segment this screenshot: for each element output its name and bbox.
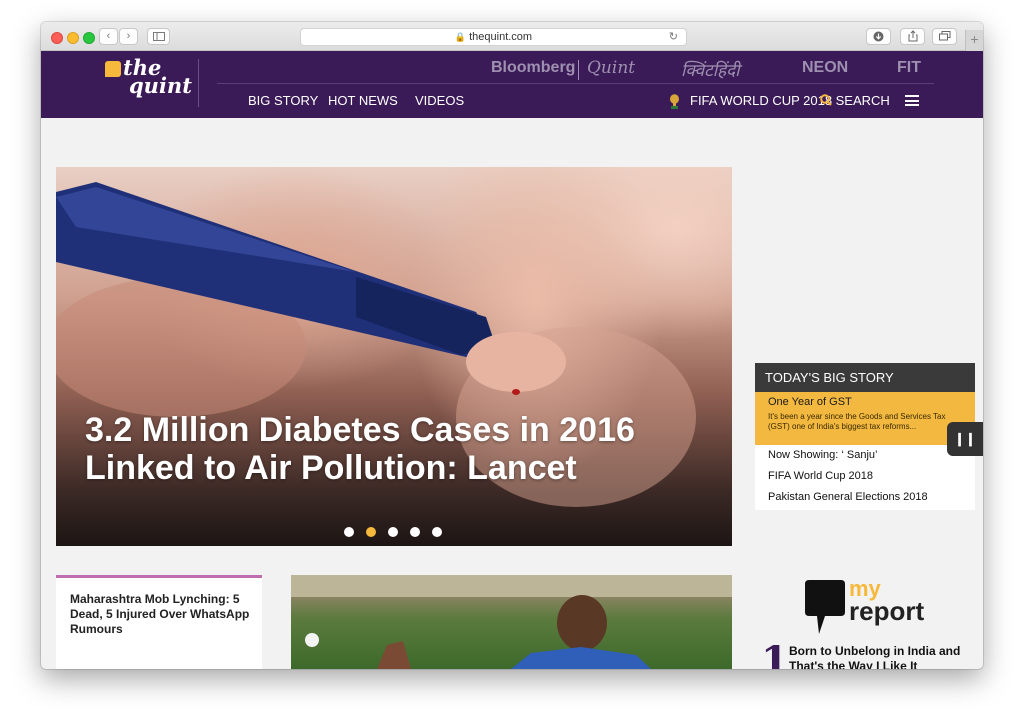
my-report-widget[interactable]: my report 1 Born to Unbelong in India an… <box>761 576 961 670</box>
big-story-active-item[interactable]: One Year of GST It's been a year since t… <box>755 392 975 445</box>
news-card-title: Maharashtra Mob Lynching: 5 Dead, 5 Inju… <box>70 592 250 636</box>
carousel-dot[interactable] <box>410 527 420 537</box>
logo-bubble-icon <box>105 61 121 77</box>
nav-link-videos[interactable]: VIDEOS <box>415 93 464 108</box>
big-story-item[interactable]: Pakistan General Elections 2018 <box>755 487 975 508</box>
minimize-window-button[interactable] <box>67 32 79 44</box>
logo-text: the quint <box>123 57 203 98</box>
site-header: the quint Bloomberg Quint क्विंटहिंदी NE… <box>41 51 983 118</box>
logo-line-2: quint <box>129 73 192 98</box>
hero-carousel[interactable]: 3.2 Million Diabetes Cases in 2016 Linke… <box>56 167 732 546</box>
tabs-overview-button[interactable] <box>932 28 957 45</box>
forward-button[interactable]: › <box>119 28 138 45</box>
nav-link-hot-news[interactable]: HOT NEWS <box>328 93 398 108</box>
address-bar[interactable]: 🔒 thequint.com ↻ <box>300 28 687 46</box>
url-text: thequint.com <box>469 31 533 43</box>
pause-button[interactable]: ❙❙ <box>947 422 983 456</box>
nav-link-big-story[interactable]: BIG STORY <box>248 93 318 108</box>
reload-icon[interactable]: ↻ <box>669 29 678 45</box>
partner-bloomberg-link[interactable]: Bloomberg <box>491 59 575 77</box>
big-story-item[interactable]: Now Showing: ‘ Sanju’ <box>755 445 975 466</box>
downloads-button[interactable] <box>866 28 891 45</box>
sidebar-toggle-button[interactable] <box>147 28 170 45</box>
carousel-dot[interactable] <box>432 527 442 537</box>
sidebar-icon <box>152 32 165 41</box>
browser-window: ‹ › 🔒 thequint.com ↻ + the quint Bloombe… <box>41 22 983 669</box>
my-report-headline[interactable]: Born to Unbelong in India and That's the… <box>789 644 971 669</box>
share-button[interactable] <box>900 28 925 45</box>
back-button[interactable]: ‹ <box>99 28 118 45</box>
carousel-dots <box>344 524 454 537</box>
news-card-image[interactable] <box>291 575 732 669</box>
big-story-heading: TODAY'S BIG STORY <box>755 363 975 392</box>
tabs-icon <box>938 31 950 41</box>
nav-separator-line <box>217 83 934 84</box>
speech-bubble-icon <box>805 580 845 634</box>
carousel-dot-active[interactable] <box>366 527 376 537</box>
hero-headline[interactable]: 3.2 Million Diabetes Cases in 2016 Linke… <box>85 411 685 487</box>
news-card[interactable]: Maharashtra Mob Lynching: 5 Dead, 5 Inju… <box>56 575 262 669</box>
logo-divider <box>198 59 199 107</box>
carousel-dot[interactable] <box>388 527 398 537</box>
search-label: SEARCH <box>835 93 890 108</box>
search-icon <box>820 94 832 106</box>
partner-divider <box>578 60 579 80</box>
pause-icon: ❙❙ <box>954 431 976 446</box>
chevron-left-icon: ‹ <box>106 30 111 42</box>
nav-link-fifa[interactable]: FIFA WORLD CUP 2018 <box>690 93 832 108</box>
menu-icon[interactable] <box>905 95 919 106</box>
lock-icon: 🔒 <box>454 32 467 42</box>
new-tab-button[interactable]: + <box>965 30 983 51</box>
chevron-right-icon: › <box>126 30 131 42</box>
partner-neon-link[interactable]: NEON <box>802 59 848 77</box>
close-window-button[interactable] <box>51 32 63 44</box>
download-icon <box>873 31 884 42</box>
partner-quint-link[interactable]: Quint <box>587 58 635 78</box>
big-story-panel: TODAY'S BIG STORY One Year of GST It's b… <box>755 363 975 510</box>
my-report-rank: 1 <box>761 638 789 670</box>
search-button[interactable]: SEARCH <box>820 93 890 108</box>
zoom-window-button[interactable] <box>83 32 95 44</box>
big-story-active-desc: It's been a year since the Goods and Ser… <box>768 412 946 431</box>
share-icon <box>908 30 917 42</box>
cricket-photo <box>291 575 732 669</box>
site-logo[interactable]: the quint <box>105 57 195 109</box>
hero-image <box>56 182 696 507</box>
browser-toolbar: ‹ › 🔒 thequint.com ↻ + <box>41 22 983 51</box>
my-report-logo-report: report <box>849 596 925 626</box>
partner-hindi-link[interactable]: क्विंटहिंदी <box>681 58 740 81</box>
big-story-active-title: One Year of GST <box>768 396 852 408</box>
trophy-icon <box>670 94 679 109</box>
big-story-item[interactable]: FIFA World Cup 2018 <box>755 466 975 487</box>
partner-fit-link[interactable]: FIT <box>897 59 921 77</box>
carousel-dot[interactable] <box>344 527 354 537</box>
